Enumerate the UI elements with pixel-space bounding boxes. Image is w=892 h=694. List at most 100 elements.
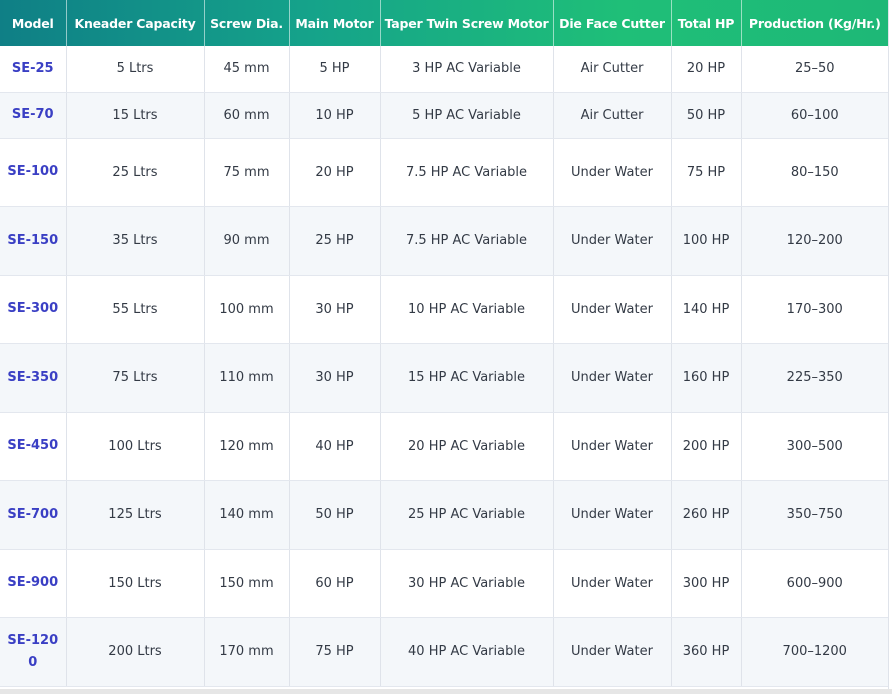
cell-die-face-cutter: Under Water xyxy=(553,343,672,413)
cell-die-face-cutter: Air Cutter xyxy=(553,92,672,139)
cell-main-motor: 30 HP xyxy=(289,275,381,344)
table-header: Model Kneader Capacity Screw Dia. Main M… xyxy=(0,0,888,46)
table-row: SE-1200 200 Ltrs 170 mm 75 HP 40 HP AC Varia… xyxy=(0,617,888,687)
cell-main-motor: 10 HP xyxy=(289,92,381,139)
cell-taper-twin-screw-motor: 3 HP AC Variable xyxy=(380,46,554,93)
cell-main-motor: 75 HP xyxy=(289,617,381,687)
cell-taper-twin-screw-motor: 30 HP AC Variable xyxy=(380,549,554,618)
horizontal-scrollbar-track[interactable] xyxy=(0,689,892,694)
cell-total-hp: 200 HP xyxy=(671,412,742,481)
cell-main-motor: 30 HP xyxy=(289,343,381,413)
table-row: SE-700 125 Ltrs 140 mm 50 HP 25 HP AC Variab… xyxy=(0,480,888,550)
cell-main-motor: 20 HP xyxy=(289,138,381,207)
cell-production: 80–150 xyxy=(741,138,888,207)
cell-total-hp: 300 HP xyxy=(671,549,742,618)
cell-screw-dia: 110 mm xyxy=(204,343,290,413)
cell-main-motor: 25 HP xyxy=(289,206,381,276)
cell-production: 600–900 xyxy=(741,549,888,618)
cell-production: 120–200 xyxy=(741,206,888,276)
header-main-motor: Main Motor xyxy=(289,0,381,46)
cell-die-face-cutter: Under Water xyxy=(553,275,672,344)
cell-screw-dia: 75 mm xyxy=(204,138,290,207)
table-row: SE-70 15 Ltrs 60 mm 10 HP 5 HP AC Variable Ai… xyxy=(0,92,888,139)
table-row: SE-25 5 Ltrs 45 mm 5 HP 3 HP AC Variable Air … xyxy=(0,46,888,93)
cell-model: SE-150 xyxy=(0,206,67,276)
cell-kneader-capacity: 75 Ltrs xyxy=(66,343,205,413)
header-screw-dia: Screw Dia. xyxy=(204,0,290,46)
cell-model: SE-25 xyxy=(0,46,67,93)
cell-production: 700–1200 xyxy=(741,617,888,687)
cell-total-hp: 260 HP xyxy=(671,480,742,550)
cell-screw-dia: 45 mm xyxy=(204,46,290,93)
header-die-face-cutter: Die Face Cutter xyxy=(553,0,672,46)
cell-production: 25–50 xyxy=(741,46,888,93)
cell-model: SE-900 xyxy=(0,549,67,618)
cell-kneader-capacity: 150 Ltrs xyxy=(66,549,205,618)
cell-model: SE-300 xyxy=(0,275,67,344)
cell-taper-twin-screw-motor: 20 HP AC Variable xyxy=(380,412,554,481)
cell-die-face-cutter: Under Water xyxy=(553,480,672,550)
cell-die-face-cutter: Under Water xyxy=(553,617,672,687)
cell-total-hp: 75 HP xyxy=(671,138,742,207)
cell-die-face-cutter: Under Water xyxy=(553,549,672,618)
table-body: SE-25 5 Ltrs 45 mm 5 HP 3 HP AC Variable Air … xyxy=(0,46,888,687)
cell-production: 300–500 xyxy=(741,412,888,481)
cell-production: 170–300 xyxy=(741,275,888,344)
cell-screw-dia: 150 mm xyxy=(204,549,290,618)
cell-production: 350–750 xyxy=(741,480,888,550)
cell-screw-dia: 120 mm xyxy=(204,412,290,481)
cell-kneader-capacity: 100 Ltrs xyxy=(66,412,205,481)
cell-main-motor: 60 HP xyxy=(289,549,381,618)
cell-taper-twin-screw-motor: 10 HP AC Variable xyxy=(380,275,554,344)
cell-production: 60–100 xyxy=(741,92,888,139)
table-row: SE-450 100 Ltrs 120 mm 40 HP 20 HP AC Variab… xyxy=(0,412,888,481)
cell-total-hp: 20 HP xyxy=(671,46,742,93)
cell-taper-twin-screw-motor: 7.5 HP AC Variable xyxy=(380,206,554,276)
cell-kneader-capacity: 55 Ltrs xyxy=(66,275,205,344)
cell-screw-dia: 170 mm xyxy=(204,617,290,687)
table-row: SE-900 150 Ltrs 150 mm 60 HP 30 HP AC Variab… xyxy=(0,549,888,618)
cell-kneader-capacity: 125 Ltrs xyxy=(66,480,205,550)
cell-kneader-capacity: 35 Ltrs xyxy=(66,206,205,276)
cell-model: SE-700 xyxy=(0,480,67,550)
cell-taper-twin-screw-motor: 5 HP AC Variable xyxy=(380,92,554,139)
cell-taper-twin-screw-motor: 7.5 HP AC Variable xyxy=(380,138,554,207)
cell-kneader-capacity: 15 Ltrs xyxy=(66,92,205,139)
cell-total-hp: 100 HP xyxy=(671,206,742,276)
cell-total-hp: 360 HP xyxy=(671,617,742,687)
cell-die-face-cutter: Under Water xyxy=(553,206,672,276)
cell-model: SE-100 xyxy=(0,138,67,207)
table-row: SE-350 75 Ltrs 110 mm 30 HP 15 HP AC Variabl… xyxy=(0,343,888,413)
header-row: Model Kneader Capacity Screw Dia. Main M… xyxy=(0,0,888,46)
cell-taper-twin-screw-motor: 15 HP AC Variable xyxy=(380,343,554,413)
cell-model: SE-1200 xyxy=(0,617,67,687)
cell-model: SE-450 xyxy=(0,412,67,481)
table-row: SE-150 35 Ltrs 90 mm 25 HP 7.5 HP AC Variabl… xyxy=(0,206,888,276)
cell-total-hp: 160 HP xyxy=(671,343,742,413)
header-taper-twin-screw-motor: Taper Twin Screw Motor xyxy=(380,0,554,46)
cell-kneader-capacity: 25 Ltrs xyxy=(66,138,205,207)
cell-die-face-cutter: Under Water xyxy=(553,412,672,481)
cell-screw-dia: 100 mm xyxy=(204,275,290,344)
cell-model: SE-70 xyxy=(0,92,67,139)
header-total-hp: Total HP xyxy=(671,0,742,46)
cell-total-hp: 50 HP xyxy=(671,92,742,139)
spec-table: Model Kneader Capacity Screw Dia. Main M… xyxy=(0,0,888,687)
cell-kneader-capacity: 200 Ltrs xyxy=(66,617,205,687)
cell-kneader-capacity: 5 Ltrs xyxy=(66,46,205,93)
spec-table-container: Model Kneader Capacity Screw Dia. Main M… xyxy=(0,0,889,689)
cell-main-motor: 5 HP xyxy=(289,46,381,93)
cell-taper-twin-screw-motor: 25 HP AC Variable xyxy=(380,480,554,550)
cell-model: SE-350 xyxy=(0,343,67,413)
cell-taper-twin-screw-motor: 40 HP AC Variable xyxy=(380,617,554,687)
cell-screw-dia: 140 mm xyxy=(204,480,290,550)
header-production: Production (Kg/Hr.) xyxy=(748,15,881,31)
header-model: Model xyxy=(0,0,67,46)
cell-main-motor: 40 HP xyxy=(289,412,381,481)
table-row: SE-300 55 Ltrs 100 mm 30 HP 10 HP AC Variabl… xyxy=(0,275,888,344)
cell-total-hp: 140 HP xyxy=(671,275,742,344)
cell-production: 225–350 xyxy=(741,343,888,413)
header-kneader-capacity: Kneader Capacity xyxy=(66,0,205,46)
cell-main-motor: 50 HP xyxy=(289,480,381,550)
cell-screw-dia: 90 mm xyxy=(204,206,290,276)
